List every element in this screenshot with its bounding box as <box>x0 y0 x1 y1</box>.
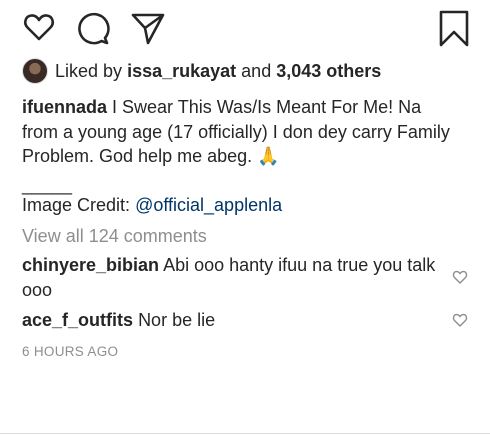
likes-count[interactable]: 3,043 others <box>276 61 381 82</box>
comment-like-heart-icon[interactable] <box>452 312 468 333</box>
credit-handle-link[interactable]: @official_applenla <box>135 195 282 215</box>
send-icon[interactable] <box>130 10 166 51</box>
caption-username[interactable]: ifuennada <box>22 97 107 117</box>
comment-item: ace_f_outfits Nor be lie <box>22 308 452 333</box>
comment-icon[interactable] <box>76 10 110 51</box>
likes-joiner: and <box>241 60 272 81</box>
heart-icon[interactable] <box>22 10 56 49</box>
likes-summary: Liked by issa_rukayat and 3,043 others <box>22 57 381 85</box>
avatar[interactable] <box>22 58 48 84</box>
liker-username[interactable]: issa_rukayat <box>127 61 236 82</box>
image-credit: Image Credit: @official_applenla <box>22 193 282 217</box>
likes-prefix: Liked by <box>55 60 123 81</box>
comment-text: Nor be lie <box>138 310 216 330</box>
credit-label: Image Credit: <box>22 195 131 215</box>
comment-username[interactable]: chinyere_bibian <box>22 255 159 275</box>
post-timestamp: 6 HOURS AGO <box>22 344 119 359</box>
divider <box>0 433 490 434</box>
comment-username[interactable]: ace_f_outfits <box>22 310 133 330</box>
view-all-comments-link[interactable]: View all 124 comments <box>22 224 207 248</box>
post-action-bar <box>0 10 490 54</box>
comment-like-heart-icon[interactable] <box>452 269 468 290</box>
comment-item: chinyere_bibian Abi ooo hanty ifuu na tr… <box>22 253 452 302</box>
bookmark-icon[interactable] <box>439 10 469 53</box>
post-caption: ifuennada I Swear This Was/Is Meant For … <box>22 95 462 169</box>
